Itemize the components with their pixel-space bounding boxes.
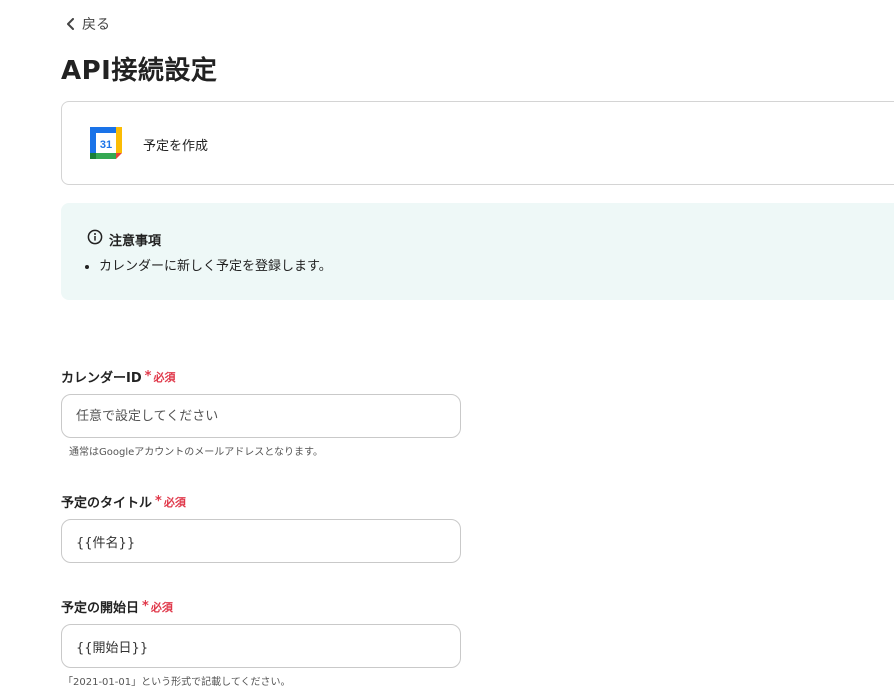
required-badge: 必須: [150, 600, 173, 614]
notice-item: カレンダーに新しく予定を登録します。: [99, 258, 332, 276]
notice-list: カレンダーに新しく予定を登録します。: [81, 258, 332, 276]
event-title-input[interactable]: [61, 519, 461, 563]
start-date-input[interactable]: [61, 624, 461, 668]
field-label-text: 予定の開始日: [61, 601, 140, 616]
event-title-label: 予定のタイトル * 必須: [61, 492, 186, 511]
action-card: 31 予定を作成: [61, 101, 894, 185]
required-badge: 必須: [163, 495, 186, 509]
field-label-text: カレンダーID: [61, 371, 142, 386]
start-date-hint: 「2021-01-01」という形式で記載してください。: [63, 677, 291, 688]
notice-box: 注意事項 カレンダーに新しく予定を登録します。: [61, 203, 894, 300]
start-date-label: 予定の開始日 * 必須: [61, 597, 173, 616]
field-label-text: 予定のタイトル: [61, 496, 153, 511]
api-connection-settings-page: 戻る API接続設定 31 予定を作成 注意事項 • カレンダーに新しく予定を登…: [0, 0, 894, 700]
notice-header: 注意事項: [87, 229, 161, 249]
calendar-id-label: カレンダーID * 必須: [61, 367, 175, 386]
page-title: API接続設定: [61, 56, 218, 86]
back-link[interactable]: 戻る: [66, 14, 110, 34]
required-asterisk-icon: *: [155, 494, 162, 509]
info-icon: [87, 229, 103, 249]
google-calendar-icon: 31: [89, 126, 123, 160]
notice-title: 注意事項: [109, 233, 162, 249]
calendar-id-hint: 通常はGoogleアカウントのメールアドレスとなります。: [69, 447, 323, 458]
required-asterisk-icon: *: [142, 599, 149, 614]
back-label: 戻る: [82, 17, 110, 33]
required-badge: 必須: [153, 370, 176, 384]
calendar-day-text: 31: [100, 139, 112, 151]
calendar-id-input[interactable]: [61, 394, 461, 438]
required-asterisk-icon: *: [144, 369, 152, 384]
chevron-left-icon: [66, 18, 76, 30]
action-label: 予定を作成: [143, 139, 209, 154]
